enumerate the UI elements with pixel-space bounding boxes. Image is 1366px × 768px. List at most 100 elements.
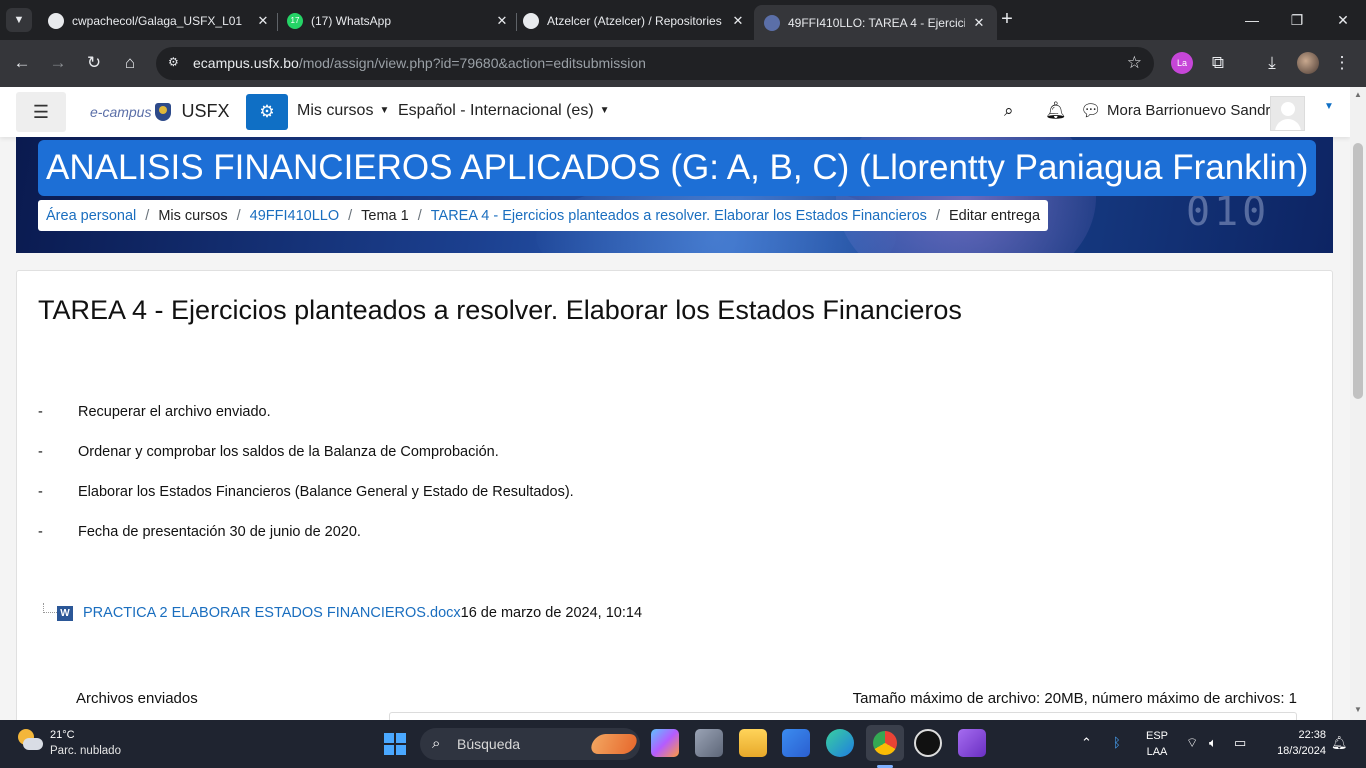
drawer-toggle-button[interactable]: ☰ <box>16 92 66 132</box>
instruction-text: Elaborar los Estados Financieros (Balanc… <box>78 484 574 500</box>
file-manager-box[interactable] <box>389 712 1297 720</box>
browser-tab-github-galaga[interactable]: cwpachecol/Galaga_USFX_L01 ✕ <box>38 6 281 36</box>
close-icon[interactable]: ✕ <box>730 13 746 29</box>
tab-title: (17) WhatsApp <box>311 14 392 28</box>
breadcrumb-topic: Tema 1 <box>361 207 409 224</box>
instruction-item: - Recuperar el archivo enviado. <box>38 404 271 420</box>
language-menu[interactable]: Español - Internacional (es) ▼ <box>398 102 610 120</box>
instruction-text: Recuperar el archivo enviado. <box>78 404 271 420</box>
instruction-item: - Elaborar los Estados Financieros (Balan… <box>38 484 574 500</box>
cloud-shape <box>23 738 43 750</box>
breadcrumb-area-personal[interactable]: Área personal <box>46 208 136 224</box>
scroll-thumb[interactable] <box>1353 143 1363 399</box>
tab-title: cwpachecol/Galaga_USFX_L01 <box>72 14 243 28</box>
profile-avatar[interactable] <box>1297 52 1319 74</box>
search-icon: ⌕ <box>432 735 441 752</box>
chrome-active-slot[interactable] <box>866 725 904 761</box>
weather-temperature[interactable]: 21°C <box>50 729 75 741</box>
weather-partly-cloudy-icon[interactable] <box>18 729 44 755</box>
input-language[interactable]: ESP <box>1144 730 1170 742</box>
weather-description[interactable]: Parc. nublado <box>50 745 121 757</box>
keyboard-layout[interactable]: LAA <box>1144 746 1170 758</box>
settings-gear-button[interactable]: ⚙ <box>246 94 288 130</box>
bookmark-star-icon[interactable]: ☆ <box>1127 53 1142 73</box>
file-explorer-icon[interactable] <box>739 729 767 757</box>
back-button[interactable]: ← <box>9 50 35 76</box>
web-page: ☰ e-campus USFX ⚙ Mis cursos ▼ Español - … <box>0 87 1350 720</box>
clock-time[interactable]: 22:38 <box>1262 729 1326 741</box>
site-info-icon[interactable]: ⚙ <box>168 55 186 71</box>
user-menu-caret-icon[interactable]: ▼ <box>1324 101 1334 112</box>
breadcrumb-assignment[interactable]: TAREA 4 - Ejercicios planteados a resolv… <box>431 208 927 224</box>
site-logo[interactable]: e-campus USFX <box>90 101 229 122</box>
windows-start-icon[interactable] <box>384 733 406 755</box>
address-bar[interactable]: ⚙ ecampus.usfx.bo/mod/assign/view.php?id… <box>156 47 1154 80</box>
chrome-menu-icon[interactable]: ⋮ <box>1329 50 1355 76</box>
browser-tab-strip: ▼ cwpachecol/Galaga_USFX_L01 ✕ 17 (17) W… <box>0 0 1366 40</box>
microsoft-store-icon[interactable] <box>782 729 810 757</box>
breadcrumb-course-code[interactable]: 49FFI410LLO <box>250 208 339 224</box>
downloads-icon[interactable]: ⤓ <box>1259 50 1285 76</box>
clock-date[interactable]: 18/3/2024 <box>1262 745 1326 757</box>
close-icon[interactable]: ✕ <box>255 13 271 29</box>
home-button[interactable]: ⌂ <box>117 50 143 76</box>
copilot-icon[interactable] <box>651 729 679 757</box>
breadcrumb-separator: / <box>417 207 422 224</box>
notification-bell-icon[interactable]: 🔔︎ <box>1331 735 1348 751</box>
scroll-up-arrow-icon[interactable]: ▲ <box>1353 90 1363 100</box>
main-content-card: TAREA 4 - Ejercicios planteados a resolv… <box>16 270 1333 720</box>
instruction-text: Fecha de presentación 30 de junio de 202… <box>78 524 361 540</box>
breadcrumb-separator: / <box>145 207 150 224</box>
taskbar-search-box[interactable]: ⌕ Búsqueda <box>420 728 640 760</box>
browser-tab-github-atzelcer[interactable]: Atzelcer (Atzelcer) / Repositories ✕ <box>513 6 756 36</box>
breadcrumb-mis-cursos: Mis cursos <box>158 207 228 224</box>
search-icon[interactable]: ⌕ <box>1004 101 1014 121</box>
site-navbar: ☰ e-campus USFX ⚙ Mis cursos ▼ Español - … <box>0 87 1350 137</box>
max-file-size-info: Tamaño máximo de archivo: 20MB, número m… <box>852 690 1297 707</box>
close-icon[interactable]: ✕ <box>494 13 510 29</box>
window-close-button[interactable]: ✕ <box>1328 8 1358 32</box>
browser-tab-moodle-active[interactable]: 49FFI410LLO: TAREA 4 - Ejercicios ✕ <box>754 5 997 40</box>
wifi-icon[interactable]: ⌔ <box>1186 735 1198 751</box>
user-avatar[interactable] <box>1270 96 1305 131</box>
windows-taskbar: 21°C Parc. nublado ⌕ Búsqueda ⌃ ᛒ ESP LA… <box>0 720 1366 768</box>
scroll-down-arrow-icon[interactable]: ▼ <box>1353 705 1363 715</box>
browser-tab-whatsapp[interactable]: 17 (17) WhatsApp ✕ <box>277 6 520 36</box>
word-document-icon: W <box>57 605 73 621</box>
user-name[interactable]: Mora Barrionuevo Sandra <box>1107 102 1279 119</box>
extensions-puzzle-icon[interactable]: ⧉ <box>1205 50 1231 76</box>
tab-title: Atzelcer (Atzelcer) / Repositories <box>547 14 722 28</box>
edge-browser-icon[interactable] <box>826 729 854 757</box>
minimize-button[interactable]: — <box>1237 8 1267 32</box>
volume-icon[interactable]: 🔈︎ <box>1209 735 1217 751</box>
tab-search-button[interactable]: ▼ <box>6 8 32 32</box>
attached-file-link[interactable]: PRACTICA 2 ELABORAR ESTADOS FINANCIEROS.… <box>83 605 461 621</box>
bluetooth-icon[interactable]: ᛒ <box>1113 735 1121 750</box>
reload-button[interactable]: ↻ <box>81 50 107 76</box>
messages-chat-icon[interactable]: 💬︎ <box>1080 101 1102 121</box>
breadcrumb: Área personal / Mis cursos / 49FFI410LLO… <box>38 200 1049 231</box>
new-tab-button[interactable]: + <box>996 9 1018 31</box>
visual-studio-icon[interactable] <box>958 729 986 757</box>
tree-connector <box>43 603 57 613</box>
unreal-engine-icon[interactable] <box>914 729 942 757</box>
task-view-icon[interactable] <box>695 729 723 757</box>
caret-down-icon: ▼ <box>379 105 390 116</box>
battery-icon[interactable]: ▭ <box>1234 735 1246 751</box>
url-text: ecampus.usfx.bo/mod/assign/view.php?id=7… <box>193 55 646 71</box>
page-scrollbar[interactable]: ▲ ▼ <box>1350 87 1366 720</box>
extension-icon[interactable]: La <box>1171 52 1193 74</box>
breadcrumb-separator: / <box>236 207 241 224</box>
close-icon[interactable]: ✕ <box>971 15 987 31</box>
forward-button[interactable]: → <box>45 50 71 76</box>
instruction-text: Ordenar y comprobar los saldos de la Bal… <box>78 444 499 460</box>
attached-file-date: 16 de marzo de 2024, 10:14 <box>460 605 643 621</box>
course-title: ANALISIS FINANCIEROS APLICADOS (G: A, B,… <box>38 140 1317 196</box>
attached-file-row: W PRACTICA 2 ELABORAR ESTADOS FINANCIERO… <box>43 601 642 625</box>
bullet-dash: - <box>38 404 43 420</box>
restore-button[interactable]: ❐ <box>1282 8 1312 32</box>
notifications-bell-icon[interactable]: 🔔︎ <box>1045 101 1067 121</box>
my-courses-menu[interactable]: Mis cursos ▼ <box>297 102 389 120</box>
bullet-dash: - <box>38 484 43 500</box>
show-hidden-icons-chevron[interactable]: ⌃ <box>1081 735 1092 751</box>
